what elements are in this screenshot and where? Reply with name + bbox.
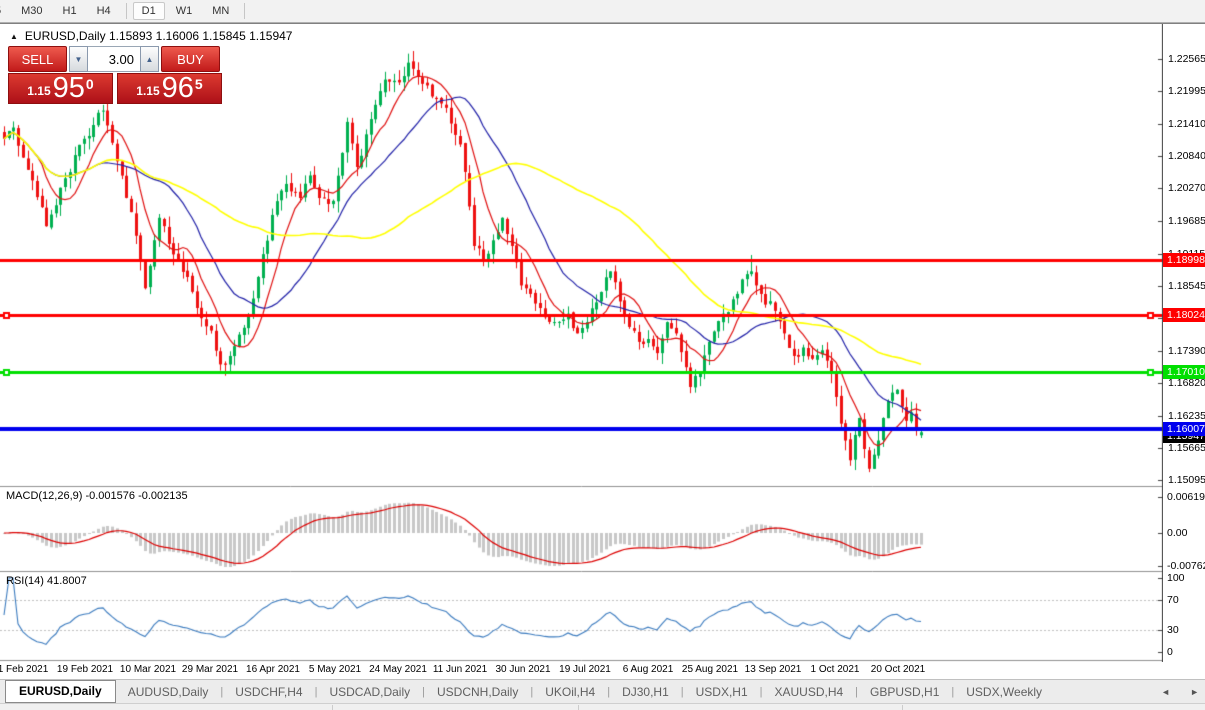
date-tick-label: 11 Jun 2021 (433, 664, 487, 675)
one-click-trading-panel: SELL ▼ ▲ BUY 1.15950 1.15965 (8, 46, 222, 104)
rsi-axis-label: 70 (1167, 595, 1179, 606)
rsi-indicator-label: RSI(14) 41.8007 (6, 575, 87, 587)
price-tick-label: 1.15095 (1168, 475, 1205, 486)
volume-stepper: ▼ ▲ (69, 46, 159, 72)
buy-price-display[interactable]: 1.15965 (117, 73, 222, 104)
date-tick-label: 24 May 2021 (369, 664, 427, 675)
chart-ohlc-values: 1.15893 1.16006 1.15845 1.15947 (109, 29, 293, 43)
timeframe-toolbar: 5M30H1H4 D1W1MN (0, 0, 1205, 23)
buy-price-prefix: 1.15 (136, 84, 159, 98)
date-tick-label: 19 Feb 2021 (57, 664, 113, 675)
date-tick-label: 1 Oct 2021 (811, 664, 860, 675)
tab-xauusd-h4[interactable]: XAUUSD,H4 (762, 682, 855, 702)
tab-usdcnh-daily[interactable]: USDCNH,Daily (425, 682, 530, 702)
price-tick-label: 1.20270 (1168, 183, 1205, 194)
price-chart-canvas[interactable] (0, 24, 1163, 662)
sell-price-prefix: 1.15 (27, 84, 50, 98)
buy-button[interactable]: BUY (161, 46, 220, 72)
rsi-axis-label: 100 (1167, 573, 1185, 584)
tab-usdchf-h4[interactable]: USDCHF,H4 (223, 682, 314, 702)
price-tick-label: 1.21410 (1168, 119, 1205, 130)
date-tick-label: 30 Jun 2021 (495, 664, 550, 675)
price-axis[interactable]: 1.22565 1.21995 1.21410 1.20840 1.20270 1.196… (1163, 24, 1205, 662)
hline-price-label: 1.16007 (1163, 422, 1205, 436)
price-tick-label: 1.16235 (1168, 411, 1205, 422)
timeframe-button-d1[interactable]: D1 (133, 2, 165, 20)
date-tick-label: 20 Oct 2021 (871, 664, 925, 675)
date-tick-label: 10 Mar 2021 (120, 664, 176, 675)
collapse-panel-icon[interactable]: ▲ (10, 32, 18, 41)
volume-decrease-button[interactable]: ▼ (69, 46, 88, 72)
rsi-axis-label: 30 (1167, 625, 1179, 636)
tab-dj30-h1[interactable]: DJ30,H1 (610, 682, 681, 702)
date-tick-label: 1 Feb 2021 (0, 664, 48, 675)
date-axis[interactable]: 1 Feb 2021 19 Feb 2021 10 Mar 2021 29 Mar 2… (0, 662, 1163, 678)
timeframe-button-m30[interactable]: M30 (12, 2, 51, 20)
sell-price-display[interactable]: 1.15950 (8, 73, 113, 104)
hline-price-label: 1.18024 (1163, 308, 1205, 322)
price-tick-label: 1.20840 (1168, 151, 1205, 162)
price-tick-label: 1.17390 (1168, 346, 1205, 357)
tab-gbpusd-h1[interactable]: GBPUSD,H1 (858, 682, 951, 702)
timeframe-button-h1[interactable]: H1 (54, 2, 86, 20)
chart-title: ▲ EURUSD,Daily 1.15893 1.16006 1.15845 1.… (10, 29, 292, 43)
date-tick-label: 25 Aug 2021 (682, 664, 738, 675)
date-tick-label: 16 Apr 2021 (246, 664, 300, 675)
chart-symbol-label: EURUSD,Daily (25, 29, 106, 43)
timeframe-button-5[interactable]: 5 (0, 2, 10, 20)
timeframe-button-mn[interactable]: MN (203, 2, 238, 20)
price-tick-label: 1.15665 (1168, 443, 1205, 454)
sell-price-main: 95 (53, 74, 85, 103)
price-tick-label: 1.22565 (1168, 54, 1205, 65)
status-strip (0, 703, 1205, 710)
tab-usdcad-daily[interactable]: USDCAD,Daily (317, 682, 422, 702)
toolbar-divider (126, 3, 127, 19)
macd-axis-label: -0.007621 (1167, 561, 1205, 572)
arrow-down-icon: ▼ (75, 55, 83, 64)
timeframe-button-w1[interactable]: W1 (167, 2, 202, 20)
date-tick-label: 19 Jul 2021 (559, 664, 611, 675)
price-tick-label: 1.19685 (1168, 216, 1205, 227)
macd-axis-label: 0.006193 (1167, 492, 1205, 503)
date-tick-label: 29 Mar 2021 (182, 664, 238, 675)
tab-audusd-daily[interactable]: AUDUSD,Daily (116, 682, 221, 702)
price-tick-label: 1.21995 (1168, 86, 1205, 97)
volume-increase-button[interactable]: ▲ (140, 46, 159, 72)
mt4-window: 5M30H1H4D1W1MN ▲EURUSD,Daily 1.15893 1.1… (0, 0, 1205, 710)
chart-tab-bar: EURUSD,DailyAUDUSD,Daily|USDCHF,H4|USDCA… (0, 679, 1205, 703)
timeframe-button-h4[interactable]: H4 (88, 2, 120, 20)
toolbar-divider (244, 3, 245, 19)
date-tick-label: 6 Aug 2021 (623, 664, 674, 675)
macd-indicator-label: MACD(12,26,9) -0.001576 -0.002135 (6, 490, 188, 502)
tab-eurusd-daily[interactable]: EURUSD,Daily (5, 680, 116, 703)
buy-price-pip: 5 (195, 76, 203, 92)
price-tick-label: 1.16820 (1168, 378, 1205, 389)
tab-usdx-h1[interactable]: USDX,H1 (684, 682, 760, 702)
tab-scroll-right-icon[interactable]: ► (1188, 685, 1201, 699)
volume-input[interactable] (88, 46, 140, 72)
price-tick-label: 1.18545 (1168, 281, 1205, 292)
sell-button[interactable]: SELL (8, 46, 67, 72)
tab-scroll-left-icon[interactable]: ◄ (1159, 685, 1172, 699)
hline-price-label: 1.17010 (1163, 365, 1205, 379)
tab-ukoil-h4[interactable]: UKOil,H4 (533, 682, 607, 702)
arrow-up-icon: ▲ (146, 55, 154, 64)
sell-price-pip: 0 (86, 76, 94, 92)
date-tick-label: 13 Sep 2021 (745, 664, 802, 675)
rsi-axis-label: 0 (1167, 647, 1173, 658)
hline-price-label: 1.18998 (1163, 253, 1205, 267)
macd-axis-label: 0.00 (1167, 528, 1187, 539)
buy-price-main: 96 (162, 74, 194, 103)
tab-scroll-buttons: ◄► (1159, 680, 1201, 704)
tab-usdx-weekly[interactable]: USDX,Weekly (954, 682, 1054, 702)
chart-window: ▲ EURUSD,Daily 1.15893 1.16006 1.15845 1.… (0, 23, 1205, 710)
date-tick-label: 5 May 2021 (309, 664, 361, 675)
